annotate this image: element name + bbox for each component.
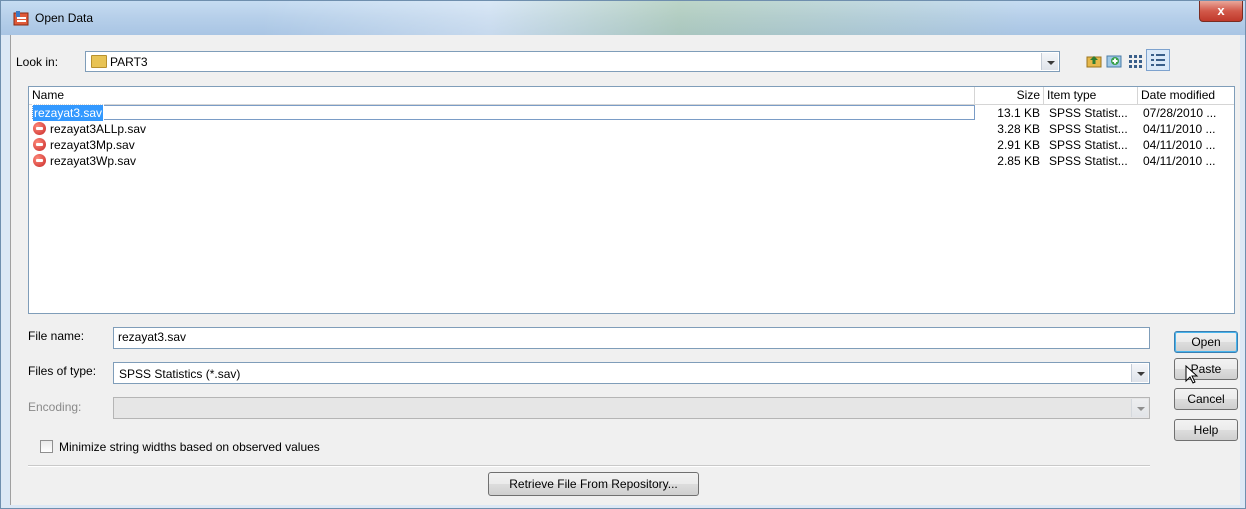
cancel-button-label: Cancel xyxy=(1187,392,1225,406)
up-folder-icon[interactable] xyxy=(1086,53,1102,69)
cancel-button[interactable]: Cancel xyxy=(1174,388,1238,410)
help-button[interactable]: Help xyxy=(1174,419,1238,441)
files-of-type-value: SPSS Statistics (*.sav) xyxy=(119,367,241,381)
file-date-cell: 04/11/2010 ... xyxy=(1143,122,1216,136)
file-size-cell: 2.85 KB xyxy=(997,154,1040,168)
details-view-button[interactable] xyxy=(1146,49,1170,71)
mouse-cursor-icon xyxy=(1185,365,1199,384)
look-in-dropdown[interactable]: PART3 xyxy=(85,51,1060,72)
file-name-cell[interactable]: rezayat3.sav xyxy=(31,104,105,122)
files-of-type-label: Files of type: xyxy=(28,364,97,378)
column-header-size-label: Size xyxy=(1016,88,1040,102)
file-date-cell: 04/11/2010 ... xyxy=(1143,138,1216,152)
open-data-dialog: Open Data x Look in: PART3 Name Size Ite… xyxy=(0,0,1246,509)
minimize-checkbox[interactable] xyxy=(40,440,53,453)
close-button[interactable]: x xyxy=(1199,1,1243,22)
file-type-cell: SPSS Statist... xyxy=(1049,122,1128,136)
new-folder-icon[interactable] xyxy=(1106,53,1122,69)
close-icon: x xyxy=(1217,3,1225,18)
file-date-cell: 04/11/2010 ... xyxy=(1143,154,1216,168)
file-name-cell[interactable]: rezayat3Wp.sav xyxy=(50,153,136,169)
chevron-down-icon xyxy=(1131,399,1148,417)
details-view-icon xyxy=(1151,54,1165,66)
file-size-cell: 3.28 KB xyxy=(997,122,1040,136)
file-row[interactable]: rezayat3ALLp.sav 3.28 KB SPSS Statist...… xyxy=(29,121,1234,137)
look-in-value: PART3 xyxy=(110,55,148,69)
open-button[interactable]: Open xyxy=(1174,331,1238,353)
file-type-cell: SPSS Statist... xyxy=(1049,106,1128,120)
column-header-date[interactable]: Date modified xyxy=(1138,87,1234,105)
help-button-label: Help xyxy=(1193,423,1219,437)
file-row[interactable]: rezayat3Mp.sav 2.91 KB SPSS Statist... 0… xyxy=(29,137,1234,153)
spss-app-icon xyxy=(13,11,29,26)
file-type-cell: SPSS Statist... xyxy=(1049,138,1128,152)
file-name-label: File name: xyxy=(28,329,85,343)
column-header-date-label: Date modified xyxy=(1141,88,1216,102)
files-of-type-dropdown[interactable]: SPSS Statistics (*.sav) xyxy=(113,362,1150,384)
file-size-cell: 13.1 KB xyxy=(997,106,1040,120)
list-view-icon[interactable] xyxy=(1128,53,1144,69)
open-button-label: Open xyxy=(1191,335,1221,349)
title-bar-sheen xyxy=(261,1,1021,35)
file-name-value: rezayat3.sav xyxy=(118,330,187,344)
retrieve-from-repository-button[interactable]: Retrieve File From Repository... xyxy=(488,472,699,496)
encoding-dropdown xyxy=(113,397,1150,419)
file-name-cell[interactable]: rezayat3ALLp.sav xyxy=(50,121,146,137)
look-in-label: Look in: xyxy=(16,55,59,69)
window-title: Open Data xyxy=(35,11,94,25)
column-header-name-label: Name xyxy=(32,88,65,102)
file-date-cell: 07/28/2010 ... xyxy=(1143,106,1217,120)
file-list[interactable]: Name Size Item type Date modified rezaya… xyxy=(28,86,1235,314)
file-name-cell[interactable]: rezayat3Mp.sav xyxy=(50,137,135,153)
column-header-type[interactable]: Item type xyxy=(1044,87,1138,105)
file-name-field[interactable]: rezayat3.sav xyxy=(113,327,1150,349)
dialog-body: Look in: PART3 Name Size Item type Date … xyxy=(10,35,1240,505)
title-bar[interactable]: Open Data x xyxy=(1,1,1245,35)
spss-file-icon xyxy=(33,154,46,167)
separator xyxy=(28,465,1150,467)
column-header-type-label: Item type xyxy=(1047,88,1097,102)
minimize-checkbox-label[interactable]: Minimize string widths based on observed… xyxy=(59,440,320,454)
file-size-cell: 2.91 KB xyxy=(997,138,1040,152)
paste-button[interactable]: Paste xyxy=(1174,358,1238,380)
file-row[interactable]: rezayat3.sav 13.1 KB SPSS Statist... 07/… xyxy=(29,104,1234,122)
rename-edit-box[interactable]: rezayat3.sav xyxy=(31,104,975,122)
file-type-cell: SPSS Statist... xyxy=(1049,154,1128,168)
chevron-down-icon[interactable] xyxy=(1131,364,1148,382)
encoding-label: Encoding: xyxy=(28,400,82,414)
file-row[interactable]: rezayat3Wp.sav 2.85 KB SPSS Statist... 0… xyxy=(29,153,1234,169)
column-header-size[interactable]: Size xyxy=(975,87,1044,105)
folder-icon xyxy=(91,55,107,68)
column-header-name[interactable]: Name xyxy=(29,87,975,105)
spss-file-icon xyxy=(33,122,46,135)
chevron-down-icon[interactable] xyxy=(1041,53,1058,70)
retrieve-button-label: Retrieve File From Repository... xyxy=(509,477,678,491)
spss-file-icon xyxy=(33,138,46,151)
